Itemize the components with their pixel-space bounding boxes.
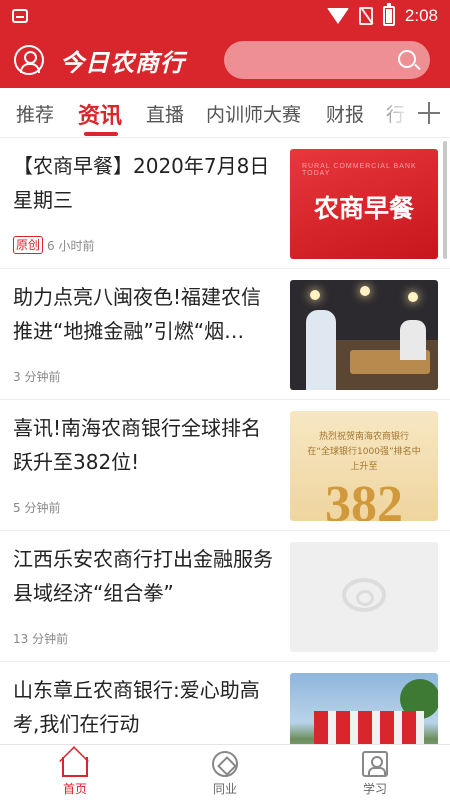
news-title: 助力点亮八闽夜色!福建农信推进“地摊金融”引燃“烟… xyxy=(13,285,262,343)
thumbnail-number: 382 xyxy=(325,476,403,521)
news-item[interactable]: 助力点亮八闽夜色!福建农信推进“地摊金融”引燃“烟… 3 分钟前 xyxy=(0,270,450,400)
tab-trainer-contest[interactable]: 内训师大赛 xyxy=(206,100,301,127)
nav-label: 学习 xyxy=(362,782,387,796)
news-meta: 13 分钟前 xyxy=(13,630,68,647)
news-meta: 3 分钟前 xyxy=(13,368,60,385)
add-tab-icon[interactable] xyxy=(410,88,450,137)
thumbnail-caption: RURAL COMMERCIAL BANK TODAY xyxy=(302,163,417,177)
thumbnail-line: 上升至 xyxy=(350,462,378,472)
news-time: 5 分钟前 xyxy=(13,501,61,515)
notification-icon xyxy=(12,9,28,23)
bottom-nav: 首页 同业 学习 xyxy=(0,744,450,800)
thumbnail-title: 农商早餐 xyxy=(313,194,414,223)
news-thumbnail xyxy=(290,673,438,744)
category-tabs: 推荐 资讯 直播 内训师大赛 财报 行 xyxy=(0,88,450,138)
news-meta: 5 分钟前 xyxy=(13,499,60,516)
battery-charging-icon xyxy=(382,3,395,26)
news-item[interactable]: 喜讯!南海农商银行全球排名跃升至382位! 5 分钟前 热烈祝贺南海农商银行 在… xyxy=(0,401,450,531)
news-time: 3 分钟前 xyxy=(13,370,61,384)
news-time: 6 小时前 xyxy=(47,238,95,253)
status-icons: 2:08 xyxy=(326,3,438,26)
news-title: 山东章丘农商银行:爱心助高考,我们在行动 xyxy=(13,678,260,736)
no-sim-icon xyxy=(358,7,373,25)
wifi-icon xyxy=(326,8,349,24)
news-thumbnail xyxy=(290,542,438,652)
tabs-fade xyxy=(370,88,410,137)
image-placeholder-icon xyxy=(342,578,386,612)
search-icon[interactable] xyxy=(398,50,416,68)
news-title: 喜讯!南海农商银行全球排名跃升至382位! xyxy=(13,416,262,474)
tab-live[interactable]: 直播 xyxy=(146,100,184,127)
study-icon xyxy=(362,751,388,777)
nav-label: 首页 xyxy=(62,782,87,796)
user-profile-icon[interactable] xyxy=(14,45,44,75)
news-thumbnail: RURAL COMMERCIAL BANK TODAY 农商早餐 xyxy=(290,149,438,259)
thumbnail-line: 热烈祝贺南海农商银行 xyxy=(318,432,409,442)
news-meta: 原创 6 小时前 xyxy=(13,236,94,254)
tab-news[interactable]: 资讯 xyxy=(78,98,122,130)
news-feed: 【农商早餐】2020年7月8日星期三 原创 6 小时前 RURAL COMMER… xyxy=(0,139,450,744)
lamp-light xyxy=(408,292,418,302)
news-item[interactable]: 江西乐安农商行打出金融服务县域经济“组合拳” 13 分钟前 xyxy=(0,532,450,662)
peer-icon xyxy=(212,751,238,777)
news-thumbnail: 热烈祝贺南海农商银行 在“全球银行1000强”排名中 上升至 382 xyxy=(290,411,438,521)
lamp-light xyxy=(310,290,320,300)
news-item[interactable]: 【农商早餐】2020年7月8日星期三 原创 6 小时前 RURAL COMMER… xyxy=(0,139,450,269)
thumbnail-line: 在“全球银行1000强”排名中 xyxy=(307,447,421,457)
news-thumbnail xyxy=(290,280,438,390)
news-title: 【农商早餐】2020年7月8日星期三 xyxy=(13,154,270,212)
app-logo: 今日农商行 xyxy=(60,48,185,77)
tab-recommend[interactable]: 推荐 xyxy=(16,100,54,127)
search-bar[interactable] xyxy=(224,41,430,79)
status-time: 2:08 xyxy=(404,6,438,25)
app-header: 今日农商行 xyxy=(0,32,450,88)
nav-study[interactable]: 学习 xyxy=(300,745,450,800)
person xyxy=(400,320,426,360)
news-time: 13 分钟前 xyxy=(13,632,69,646)
news-title: 江西乐安农商行打出金融服务县域经济“组合拳” xyxy=(13,547,273,605)
person xyxy=(306,310,336,390)
lamp-light xyxy=(360,286,370,296)
original-badge: 原创 xyxy=(13,236,44,254)
home-icon xyxy=(62,757,88,777)
nav-label: 同业 xyxy=(212,782,237,796)
tab-financial-report[interactable]: 财报 xyxy=(326,100,364,127)
nav-peers[interactable]: 同业 xyxy=(150,745,300,800)
active-tab-indicator xyxy=(84,132,118,136)
nav-home[interactable]: 首页 xyxy=(0,745,150,800)
status-bar: 2:08 xyxy=(0,0,450,32)
news-item[interactable]: 山东章丘农商银行:爱心助高考,我们在行动 xyxy=(0,663,450,744)
volunteers xyxy=(314,711,424,744)
